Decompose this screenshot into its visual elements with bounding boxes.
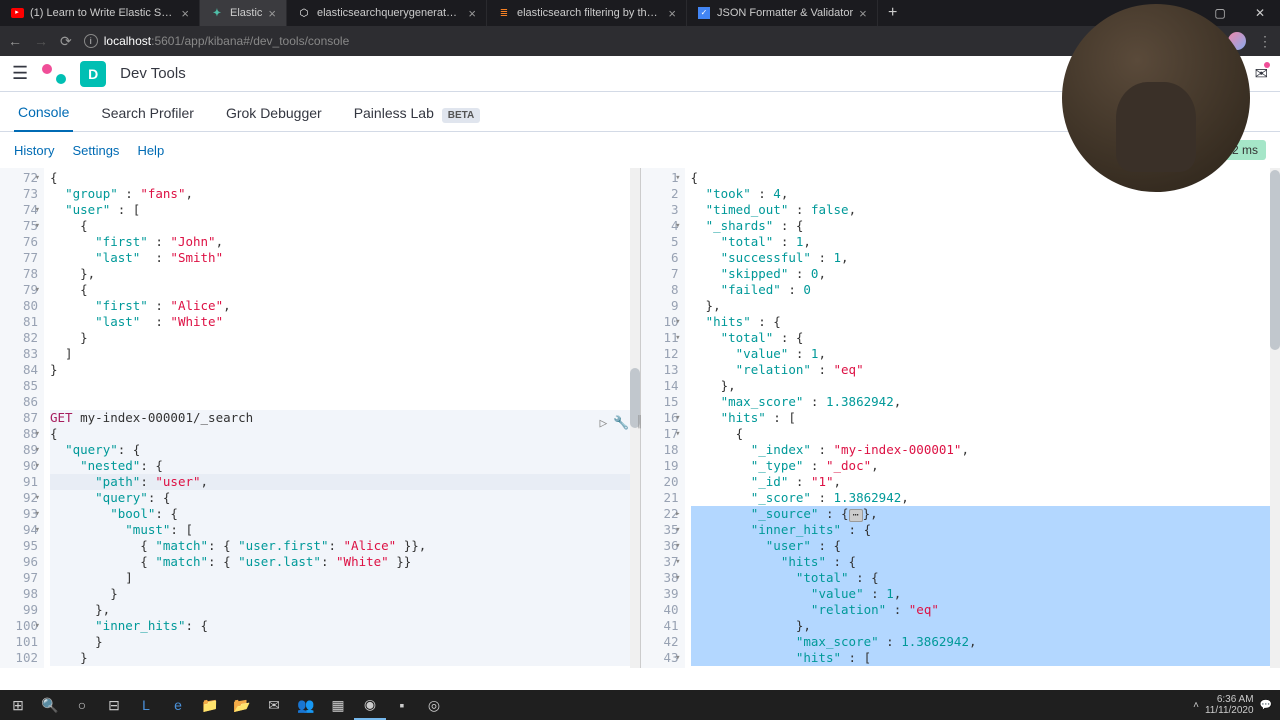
teams-icon[interactable]: 👥 (290, 690, 322, 720)
send-request-icon[interactable]: ▷ (599, 416, 607, 432)
tab-youtube[interactable]: ▸(1) Learn to Write Elastic Search Query… (0, 0, 200, 26)
search-icon[interactable]: 🔍 (34, 690, 66, 720)
response-viewer[interactable]: 1▾234▾5678910▾11▾1213141516▾17▾181920212… (641, 168, 1280, 668)
terminal-icon[interactable]: ▪ (386, 690, 418, 720)
webcam-overlay (1062, 4, 1250, 192)
cortana-icon[interactable]: ○ (66, 690, 98, 720)
close-icon[interactable]: × (468, 6, 476, 21)
windows-taskbar: ⊞ 🔍 ○ ⊟ L e 📁 📂 ✉ 👥 ▦ ◉ ▪ ◎ ˄ 6:36 AM11/… (0, 690, 1280, 720)
tab-painless-lab[interactable]: Painless Lab BETA (350, 105, 485, 131)
nav-menu-button[interactable]: ☰ (12, 63, 28, 84)
help-link[interactable]: Help (137, 143, 164, 158)
address-bar[interactable]: i localhost:5601/app/kibana#/dev_tools/c… (84, 34, 1191, 48)
chrome-icon[interactable]: ◉ (354, 690, 386, 720)
browser-tabs: ▸(1) Learn to Write Elastic Search Query… (0, 0, 1160, 26)
edge-icon[interactable]: e (162, 690, 194, 720)
explorer-icon[interactable]: 📁 (194, 690, 226, 720)
notifications-icon[interactable]: 💬 (1260, 700, 1272, 711)
tab-grok-debugger[interactable]: Grok Debugger (222, 105, 326, 131)
app-icon-2[interactable]: ▦ (322, 690, 354, 720)
page-title: Dev Tools (120, 65, 186, 82)
elastic-logo-icon[interactable] (42, 62, 66, 86)
site-info-icon[interactable]: i (84, 34, 98, 48)
tab-elastic[interactable]: ✦Elastic× (200, 0, 287, 26)
history-link[interactable]: History (14, 143, 54, 158)
start-button[interactable]: ⊞ (2, 690, 34, 720)
tray-chevron-icon[interactable]: ˄ (1193, 700, 1199, 711)
reload-button[interactable]: ⟳ (60, 33, 72, 50)
tab-search-profiler[interactable]: Search Profiler (97, 105, 198, 131)
close-icon[interactable]: × (268, 6, 276, 21)
close-icon[interactable]: × (859, 6, 867, 21)
tab-console[interactable]: Console (14, 104, 73, 132)
tab-stackoverflow[interactable]: ≣elasticsearch filtering by the size of … (487, 0, 687, 26)
forward-button[interactable]: → (34, 33, 48, 49)
new-tab-button[interactable]: + (878, 0, 908, 26)
settings-link[interactable]: Settings (72, 143, 119, 158)
beta-badge: BETA (442, 108, 480, 123)
folder-icon[interactable]: 📂 (226, 690, 258, 720)
mail-icon[interactable]: ✉ (258, 690, 290, 720)
app-badge: D (80, 61, 106, 87)
wrench-icon[interactable]: 🔧 (613, 416, 629, 432)
obs-icon[interactable]: ◎ (418, 690, 450, 720)
request-editor[interactable]: 72▾7374▾75▾76777879▾808182838485868788▾8… (0, 168, 641, 668)
close-icon[interactable]: × (668, 6, 676, 21)
taskview-icon[interactable]: ⊟ (98, 690, 130, 720)
tab-pypi[interactable]: ⬡elasticsearchquerygenerator · PyPI× (287, 0, 487, 26)
menu-button[interactable]: ⋮ (1258, 33, 1272, 50)
app-icon[interactable]: L (130, 690, 162, 720)
news-icon[interactable]: ✉ (1255, 64, 1268, 84)
tab-jsonformatter[interactable]: ✓JSON Formatter & Validator× (687, 0, 878, 26)
system-clock[interactable]: 6:36 AM11/11/2020 (1205, 694, 1254, 716)
close-icon[interactable]: × (181, 6, 189, 21)
back-button[interactable]: ← (8, 33, 22, 49)
close-window-button[interactable]: ✕ (1240, 0, 1280, 26)
